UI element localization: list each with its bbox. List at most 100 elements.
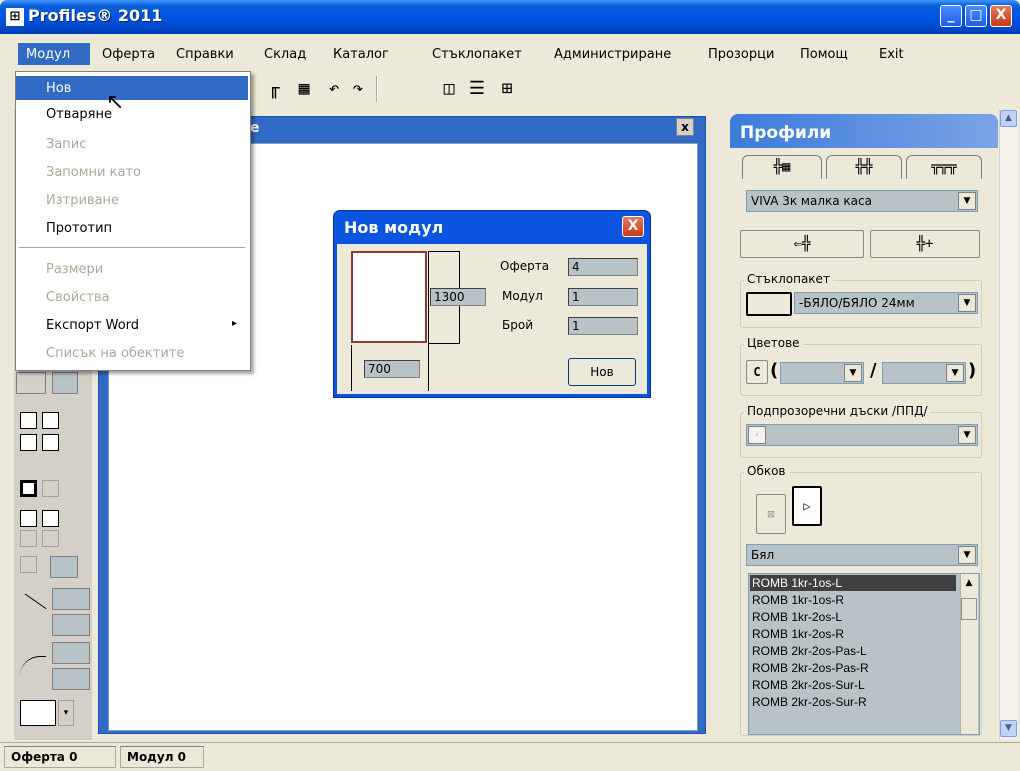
height-input[interactable]: 1300 (430, 288, 486, 306)
opening-center-icon[interactable] (42, 510, 59, 527)
list-item[interactable]: ROMB 1kr-1os-L (750, 575, 956, 591)
menu-item-delete[interactable]: Изтриване (16, 188, 248, 212)
undo-icon[interactable]: ↶ (322, 77, 346, 101)
chevron-down-icon[interactable]: ▼ (844, 364, 862, 382)
scroll-up-icon[interactable]: ▲ (1000, 110, 1017, 127)
tab-frame-profiles[interactable]: ╬▦ (742, 155, 822, 179)
menu-exit[interactable]: Exit (879, 47, 904, 62)
menu-warehouse[interactable]: Склад (264, 47, 306, 62)
menu-item-save-as[interactable]: Запомни като (16, 160, 248, 184)
grid-frame-icon[interactable]: ▦ (290, 77, 318, 101)
dialog-close-button[interactable]: X (622, 216, 644, 237)
palette-bars-icon[interactable] (16, 372, 46, 394)
sash-left-icon[interactable] (20, 434, 37, 451)
list-item[interactable]: ROMB 1kr-1os-R (750, 592, 956, 608)
maximize-button[interactable]: □ (965, 5, 987, 27)
hardware-prev-icon[interactable]: ⊠ (756, 494, 786, 534)
menu-catalog[interactable]: Каталог (333, 47, 389, 62)
close-icon: X (627, 218, 639, 234)
create-button[interactable]: Нов (568, 358, 636, 386)
mullion-icon[interactable] (42, 480, 59, 497)
color-mode-button[interactable]: C (746, 360, 768, 384)
chevron-down-icon[interactable]: ▼ (958, 192, 976, 210)
menu-admin[interactable]: Администриране (554, 47, 671, 62)
menu-item-new[interactable]: Нов (16, 76, 248, 100)
menu-reports[interactable]: Справки (176, 47, 234, 62)
menu-windows[interactable]: Прозорци (708, 47, 774, 62)
profile-arrow-icon: ⇐╬ (793, 236, 811, 252)
menu-item-properties[interactable]: Свойства (16, 285, 248, 309)
profile-remove-button[interactable]: ⇐╬ (740, 230, 864, 258)
glass-select[interactable]: -БЯЛО/БЯЛО 24мм (794, 292, 978, 314)
dialog-title: Нов модул (344, 218, 444, 237)
table-icon[interactable]: ⊞ (494, 77, 520, 101)
count-input[interactable]: 1 (568, 317, 638, 335)
scroll-up-icon[interactable]: ▲ (961, 575, 977, 591)
offer-input[interactable]: 4 (568, 258, 638, 276)
profile-add-button[interactable]: ╬+ (870, 230, 980, 258)
palette-field[interactable] (52, 642, 90, 664)
mouse-cursor-icon: ↖ (106, 90, 125, 115)
menu-offer[interactable]: Оферта (102, 47, 155, 62)
opening-disabled-icon[interactable] (42, 530, 59, 547)
dimension-line (351, 345, 352, 391)
list-item[interactable]: ROMB 2kr-2os-Pas-L (750, 643, 956, 659)
palette-field[interactable] (50, 556, 78, 578)
rotate-icon[interactable] (20, 556, 37, 573)
chevron-down-icon[interactable]: ▼ (958, 294, 976, 312)
menu-help[interactable]: Помощ (800, 47, 848, 62)
palette-field[interactable] (52, 372, 78, 394)
opening-type-icon[interactable] (20, 700, 56, 726)
chevron-down-icon[interactable]: ▾ (58, 700, 74, 726)
child-close-button[interactable]: x (676, 118, 694, 136)
hardware-opening-icon[interactable]: ▷ (792, 486, 822, 526)
menu-glazing[interactable]: Стъклопакет (432, 47, 522, 62)
menu-item-open[interactable]: Отваряне (16, 102, 248, 126)
sash-bottom-icon[interactable] (42, 412, 59, 429)
tab-mullion-profiles[interactable]: ╦╦╦ (906, 155, 982, 179)
profile-system-select[interactable]: VIVA 3к малка каса (746, 190, 978, 212)
width-input[interactable]: 700 (364, 360, 420, 378)
main-scrollbar[interactable] (999, 110, 1018, 740)
menu-item-export-word[interactable]: Експорт Word (16, 313, 248, 337)
opening-disabled-icon[interactable] (20, 530, 37, 547)
lines-icon[interactable]: ☰ (464, 77, 490, 101)
sills-select[interactable] (746, 424, 978, 446)
module-input[interactable]: 1 (568, 288, 638, 306)
opening-left-icon[interactable] (20, 510, 37, 527)
scroll-down-icon[interactable]: ▼ (1000, 720, 1017, 737)
sash-top-icon[interactable] (20, 412, 37, 429)
profile-add-icon: ╬+ (916, 236, 934, 252)
menu-item-save[interactable]: Запис (16, 132, 248, 156)
chevron-down-icon[interactable]: ▼ (946, 364, 964, 382)
palette-field[interactable] (52, 614, 90, 636)
list-item[interactable]: ROMB 2kr-2os-Sur-R (750, 694, 956, 710)
redo-icon[interactable]: ↷ (346, 77, 370, 101)
profiles-app-icon[interactable]: ⊞ (6, 8, 24, 26)
list-item[interactable]: ROMB 2kr-2os-Sur-L (750, 677, 956, 693)
frame-profile-icon[interactable]: ╓ (262, 77, 286, 101)
menu-modul[interactable]: Модул (18, 43, 90, 65)
chevron-down-icon[interactable]: ▼ (958, 546, 976, 564)
sash-right-icon[interactable] (42, 434, 59, 451)
chevron-down-icon[interactable]: ▼ (958, 426, 976, 444)
minimize-button[interactable]: _ (940, 5, 962, 27)
hardware-color-select[interactable]: Бял (746, 544, 978, 566)
menu-item-prototype[interactable]: Прототип (16, 216, 248, 240)
double-sash-icon[interactable]: ◫ (436, 77, 462, 101)
list-item[interactable]: ROMB 1kr-2os-L (750, 609, 956, 625)
scroll-thumb[interactable] (961, 598, 977, 620)
status-offer: Оферта 0 (4, 746, 116, 768)
list-item[interactable]: ROMB 2kr-2os-Pas-R (750, 660, 956, 676)
fixed-glass-icon[interactable] (20, 480, 37, 497)
chevron-left-icon[interactable]: ‹ (748, 426, 766, 444)
close-button[interactable]: X (990, 5, 1012, 27)
palette-field[interactable] (52, 588, 90, 610)
list-item[interactable]: ROMB 1kr-2os-R (750, 626, 956, 642)
menu-item-dimensions[interactable]: Размери (16, 257, 248, 281)
palette-field[interactable] (52, 668, 90, 690)
tab-sash-profiles[interactable]: ╬╬ (826, 155, 902, 179)
sash-profile-icon: ╬╬ (855, 159, 873, 175)
menu-item-object-list[interactable]: Списък на обектите (16, 341, 248, 365)
glass-type-icon[interactable] (746, 292, 792, 316)
